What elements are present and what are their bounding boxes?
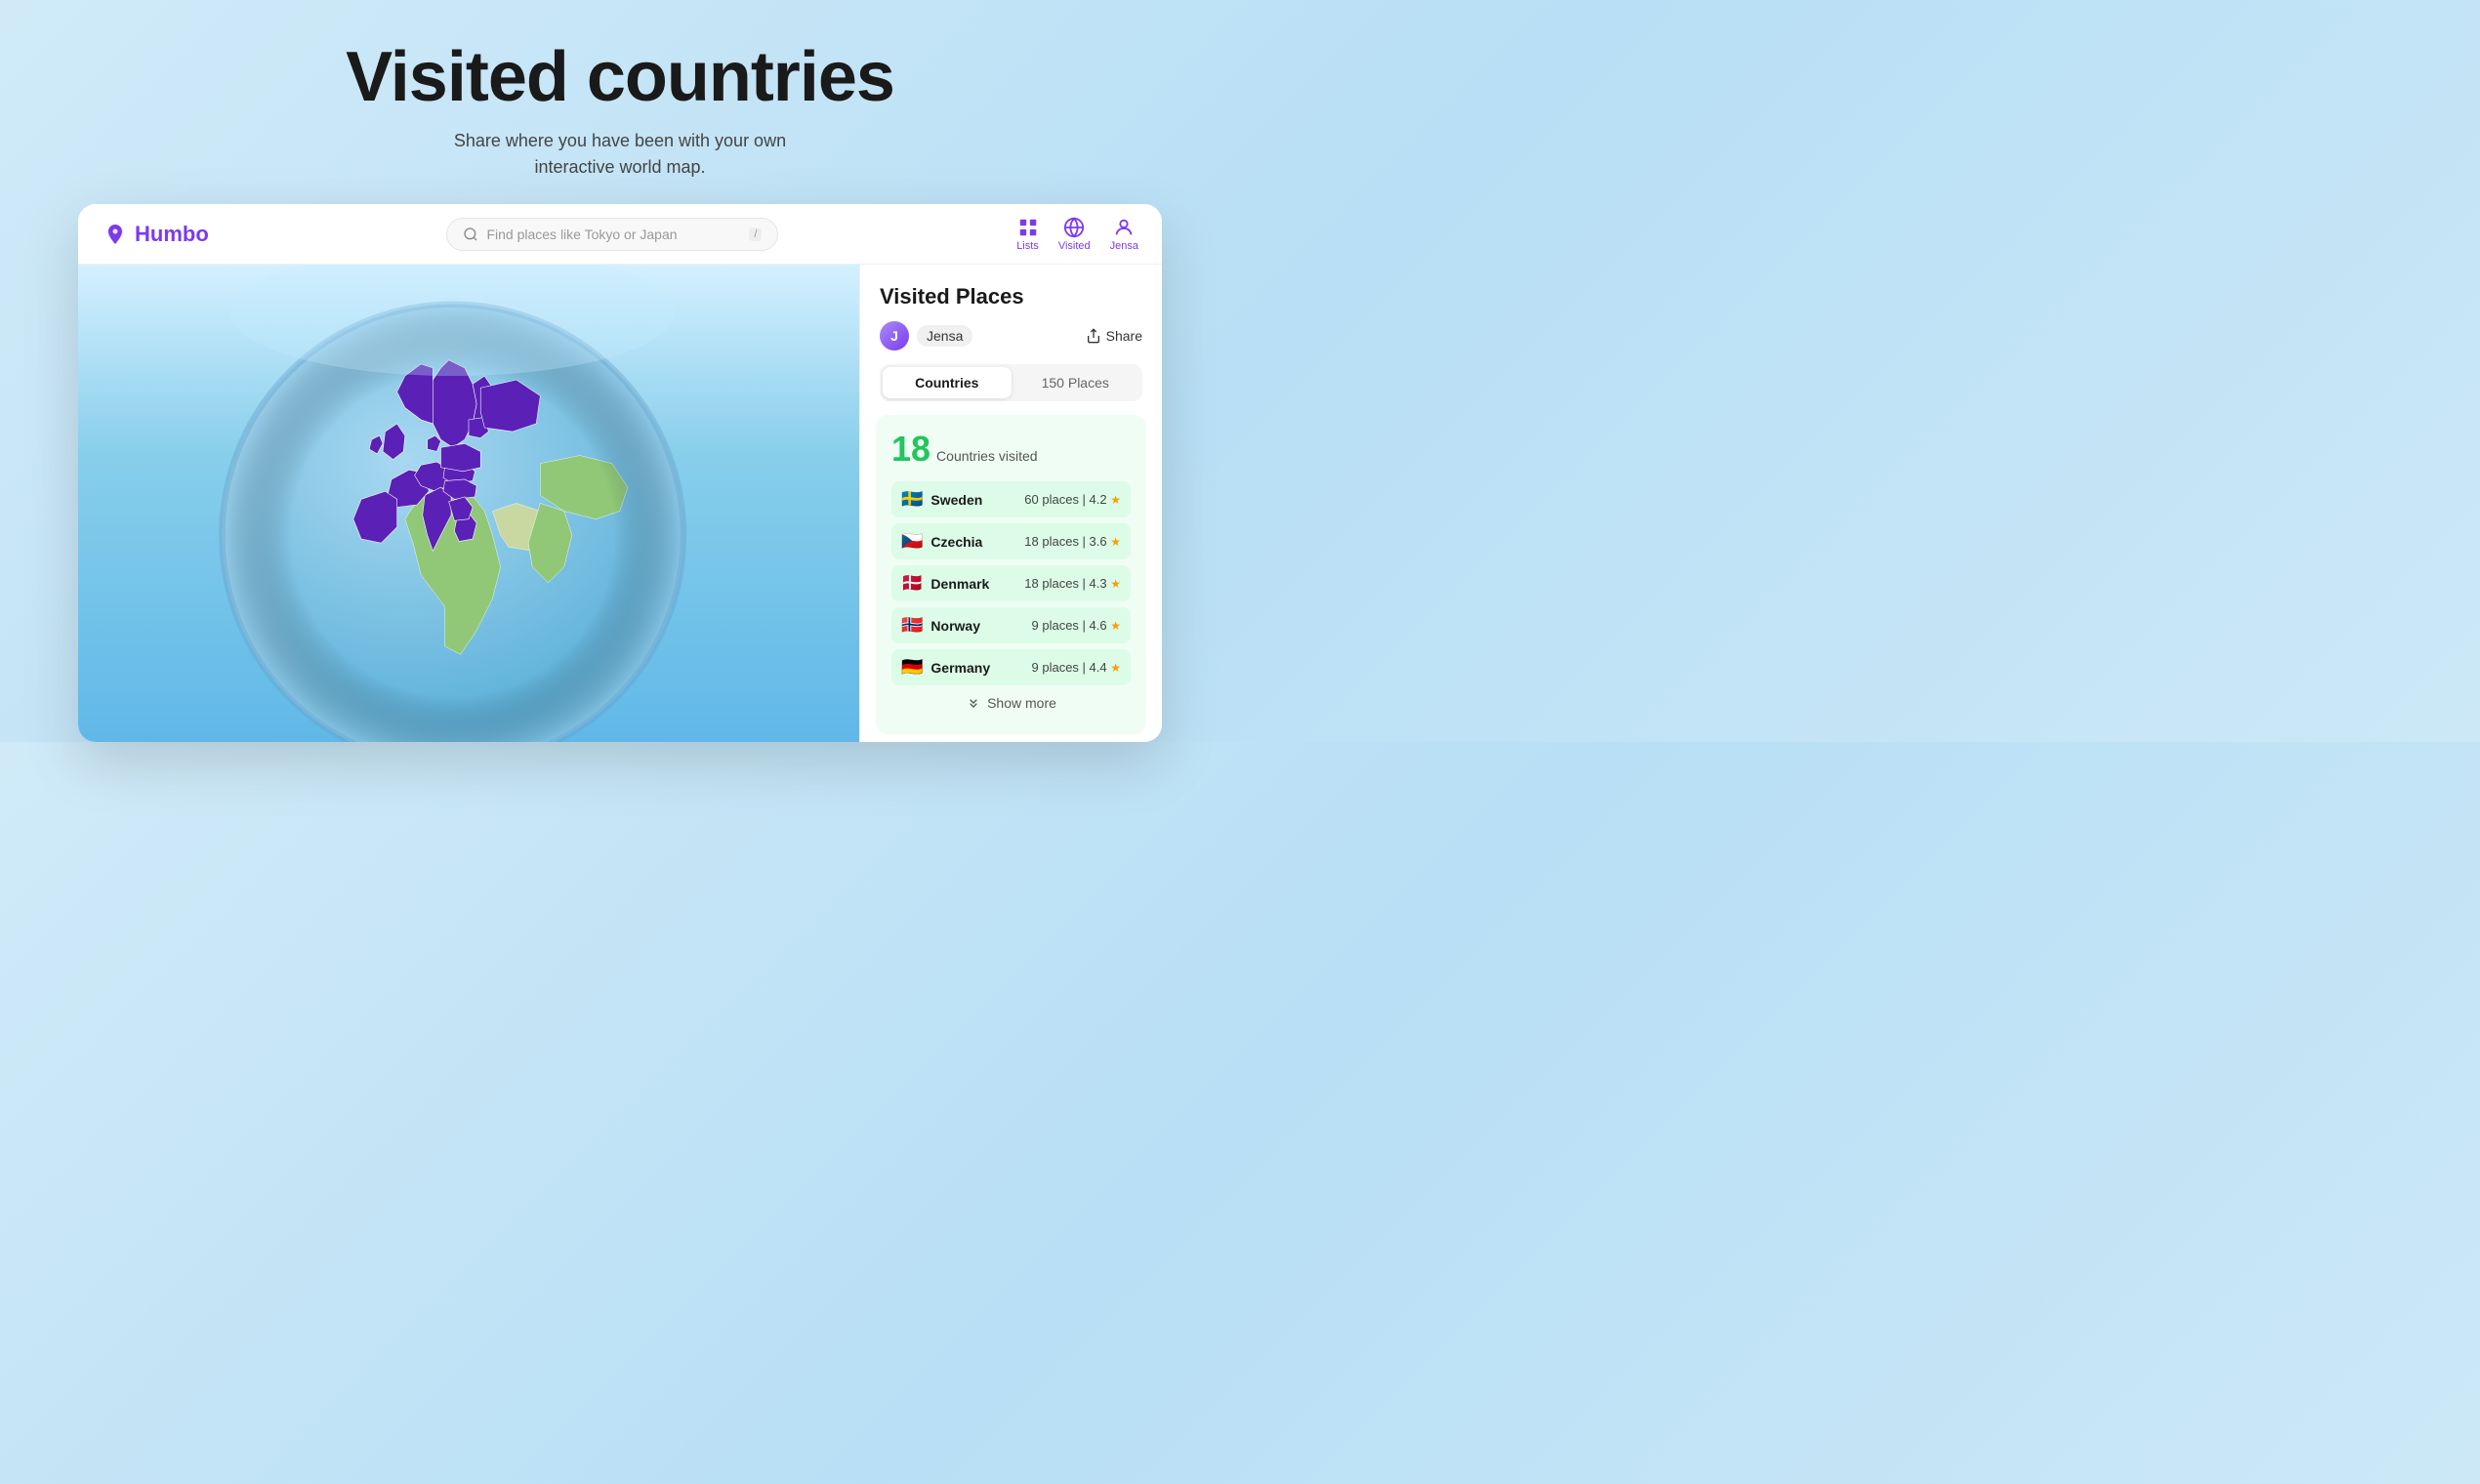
country-item[interactable]: 🇨🇿 Czechia 18 places | 3.6 ★ [891,523,1131,559]
username-badge: Jensa [917,325,972,347]
country-name: Germany [930,660,1031,676]
sidebar-title: Visited Places [880,284,1142,309]
country-stats: 18 places | 4.3 ★ [1024,576,1121,591]
sidebar-header: Visited Places J Jensa Share Countries [860,265,1162,415]
hero-subtitle: Share where you have been with your owni… [346,128,894,181]
stats-label: Countries visited [936,448,1038,464]
nav-profile-label: Jensa [1110,240,1138,252]
user-row: J Jensa Share [880,321,1142,350]
nav-item-profile[interactable]: Jensa [1110,217,1138,252]
map-area [78,265,859,742]
country-item[interactable]: 🇸🇪 Sweden 60 places | 4.2 ★ [891,481,1131,517]
hero-title: Visited countries [346,39,894,116]
share-button[interactable]: Share [1086,328,1142,344]
tab-countries[interactable]: Countries [883,367,1012,398]
search-shortcut: / [749,227,762,241]
search-placeholder-text: Find places like Tokyo or Japan [486,227,741,242]
tab-places[interactable]: 150 Places [1012,367,1140,398]
search-icon [463,227,478,242]
stats-count: 18 [891,429,930,470]
nav-actions: Lists Visited Jensa [1016,217,1138,252]
star-icon: ★ [1110,619,1121,633]
nav-item-visited[interactable]: Visited [1058,217,1091,252]
country-stats: 60 places | 4.2 ★ [1024,492,1121,507]
logo[interactable]: Humbo [102,221,209,248]
country-stats: 9 places | 4.6 ★ [1032,618,1121,633]
user-avatar: J [880,321,909,350]
country-stats: 18 places | 3.6 ★ [1024,534,1121,549]
logo-text: Humbo [135,222,209,247]
star-icon: ★ [1110,493,1121,507]
country-name: Denmark [930,576,1024,592]
country-flag: 🇩🇪 [901,657,923,678]
user-info: J Jensa [880,321,972,350]
search-input-container[interactable]: Find places like Tokyo or Japan / [446,218,778,251]
country-flag: 🇩🇰 [901,573,923,594]
country-item[interactable]: 🇳🇴 Norway 9 places | 4.6 ★ [891,607,1131,643]
tab-row: Countries 150 Places [880,364,1142,401]
country-name: Czechia [930,534,1024,550]
globe-svg [78,265,859,742]
hero-section: Visited countries Share where you have b… [326,0,914,204]
star-icon: ★ [1110,535,1121,549]
globe-icon [1063,217,1085,238]
user-icon [1113,217,1135,238]
nav-lists-label: Lists [1016,240,1039,252]
share-icon [1086,328,1101,344]
country-flag: 🇨🇿 [901,531,923,552]
country-name: Sweden [930,492,1024,508]
app-container: Humbo Find places like Tokyo or Japan / … [78,204,1162,742]
show-more-button[interactable]: Show more [891,685,1131,721]
country-stats: 9 places | 4.4 ★ [1032,660,1121,675]
stats-card: 18 Countries visited 🇸🇪 Sweden 60 places… [876,415,1146,734]
star-icon: ★ [1110,661,1121,675]
country-item[interactable]: 🇩🇰 Denmark 18 places | 4.3 ★ [891,565,1131,601]
main-content: Visited Places J Jensa Share Countries [78,265,1162,742]
search-bar: Find places like Tokyo or Japan / [248,218,977,251]
sidebar: Visited Places J Jensa Share Countries [859,265,1162,742]
country-flag: 🇸🇪 [901,489,923,510]
nav-visited-label: Visited [1058,240,1091,252]
logo-icon [102,221,129,248]
stats-count-row: 18 Countries visited [891,429,1131,470]
country-name: Norway [930,618,1031,634]
navbar: Humbo Find places like Tokyo or Japan / … [78,204,1162,265]
show-more-label: Show more [987,695,1056,711]
share-label: Share [1106,328,1142,344]
nav-item-lists[interactable]: Lists [1016,217,1039,252]
country-flag: 🇳🇴 [901,615,923,636]
country-list: 🇸🇪 Sweden 60 places | 4.2 ★ 🇨🇿 Czechia 1… [891,481,1131,685]
chevrons-down-icon [966,695,981,711]
list-icon [1017,217,1039,238]
country-item[interactable]: 🇩🇪 Germany 9 places | 4.4 ★ [891,649,1131,685]
star-icon: ★ [1110,577,1121,591]
